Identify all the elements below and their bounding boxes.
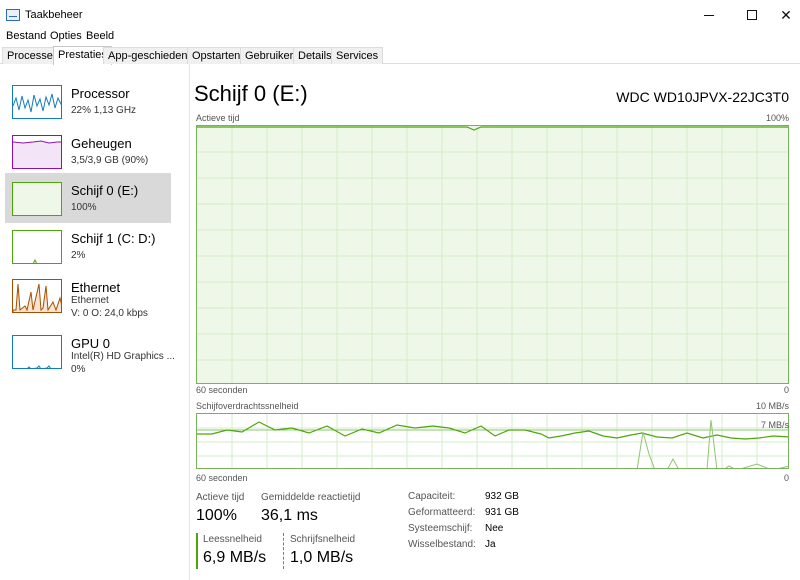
active-time-graph-xlabel: 60 seconden	[196, 385, 248, 395]
read-speed-value: 6,9 MB/s	[203, 549, 267, 566]
transfer-rate-graph	[196, 413, 789, 469]
sidebar-item-detail: Ethernet	[71, 295, 109, 306]
page-file-value: Ja	[485, 539, 496, 550]
write-speed-value: 1,0 MB/s	[290, 549, 354, 566]
resource-sidebar: Processor 22% 1,13 GHz Geheugen 3,5/3,9 …	[0, 64, 190, 580]
sidebar-item-memory[interactable]: Geheugen 3,5/3,9 GB (90%)	[5, 126, 171, 176]
transfer-graph-max: 10 MB/s	[755, 401, 789, 411]
active-time-graph-label: Actieve tijd	[196, 113, 240, 123]
task-manager-icon	[6, 9, 20, 21]
capacity-value: 932 GB	[485, 491, 519, 502]
sidebar-item-title: Schijf 0 (E:)	[71, 183, 139, 198]
write-speed-label: Schrijfsnelheid	[290, 534, 356, 545]
capacity-label: Capaciteit:	[408, 491, 456, 502]
tab-opstarten[interactable]: Opstarten	[187, 47, 246, 64]
disk-model: WDC WD10JPVX-22JC3T0	[616, 89, 789, 105]
transfer-graph-xlabel: 60 seconden	[196, 473, 248, 483]
sidebar-item-detail: 2%	[71, 250, 86, 261]
sidebar-item-title: GPU 0	[71, 336, 111, 351]
page-title: Schijf 0 (E:)	[194, 81, 308, 106]
transfer-rate-grid	[197, 414, 788, 468]
active-time-stat-value: 100%	[196, 507, 237, 524]
sidebar-item-processor[interactable]: Processor 22% 1,13 GHz	[5, 76, 171, 126]
disk-1-thumbnail	[12, 230, 62, 264]
read-speed-label: Leessnelheid	[203, 534, 262, 545]
write-speed-indicator	[283, 533, 284, 569]
sidebar-item-detail: 100%	[71, 202, 97, 213]
sidebar-item-detail: 3,5/3,9 GB (90%)	[71, 155, 149, 166]
system-disk-label: Systeemschijf:	[408, 523, 473, 534]
close-button[interactable]: ✕	[772, 0, 800, 30]
transfer-graph-label: Schijfoverdrachtssnelheid	[196, 401, 299, 411]
sidebar-item-detail: V: 0 O: 24,0 kbps	[71, 308, 148, 319]
minimize-icon	[704, 14, 714, 16]
sidebar-item-title: Schijf 1 (C: D:)	[71, 231, 156, 246]
maximize-icon	[747, 10, 757, 20]
formatted-value: 931 GB	[485, 507, 519, 518]
ethernet-thumbnail	[12, 279, 62, 313]
sidebar-item-gpu[interactable]: GPU 0 Intel(R) HD Graphics ... 0%	[5, 326, 175, 376]
active-time-grid	[197, 126, 788, 383]
sidebar-item-disk-0[interactable]: Schijf 0 (E:) 100%	[5, 173, 171, 223]
menu-bestand[interactable]: Bestand	[6, 30, 46, 42]
response-time-stat-value: 36,1 ms	[261, 507, 318, 524]
minimize-button[interactable]	[686, 0, 732, 30]
response-time-stat-label: Gemiddelde reactietijd	[261, 492, 361, 503]
processor-thumbnail	[12, 85, 62, 119]
sidebar-item-ethernet[interactable]: Ethernet Ethernet V: 0 O: 24,0 kbps	[5, 270, 171, 320]
active-time-graph-max: 100%	[765, 113, 789, 123]
tab-bar: Processen Prestaties App-geschiedenis Op…	[0, 46, 800, 65]
menu-beeld[interactable]: Beeld	[86, 30, 114, 42]
gpu-thumbnail	[12, 335, 62, 369]
formatted-label: Geformatteerd:	[408, 507, 476, 518]
active-time-stat-label: Actieve tijd	[196, 492, 245, 503]
sidebar-item-title: Processor	[71, 86, 130, 101]
sidebar-item-disk-1[interactable]: Schijf 1 (C: D:) 2%	[5, 221, 171, 271]
tab-app-geschiedenis[interactable]: App-geschiedenis	[103, 47, 201, 64]
transfer-graph-reference: 7 MB/s	[760, 420, 789, 430]
memory-thumbnail	[12, 135, 62, 169]
read-speed-indicator	[196, 533, 198, 569]
transfer-graph-min: 0	[783, 473, 789, 483]
active-time-graph	[196, 125, 789, 384]
tab-services[interactable]: Services	[331, 47, 384, 64]
menu-opties[interactable]: Opties	[50, 30, 82, 42]
sidebar-item-detail: 0%	[71, 364, 86, 375]
active-time-graph-min: 0	[783, 385, 789, 395]
maximize-button[interactable]	[729, 0, 775, 30]
sidebar-item-detail: 22% 1,13 GHz	[71, 105, 137, 116]
disk-detail-panel: Schijf 0 (E:) WDC WD10JPVX-22JC3T0 Actie…	[190, 64, 800, 580]
title-bar: Taakbeheer ✕	[0, 0, 800, 30]
window-title: Taakbeheer	[25, 9, 83, 21]
sidebar-item-title: Ethernet	[71, 280, 121, 295]
sidebar-item-detail: Intel(R) HD Graphics ...	[71, 351, 175, 362]
system-disk-value: Nee	[485, 523, 504, 534]
sidebar-item-title: Geheugen	[71, 136, 132, 151]
close-icon: ✕	[780, 6, 792, 23]
disk-0-thumbnail	[12, 182, 62, 216]
page-file-label: Wisselbestand:	[408, 539, 476, 550]
